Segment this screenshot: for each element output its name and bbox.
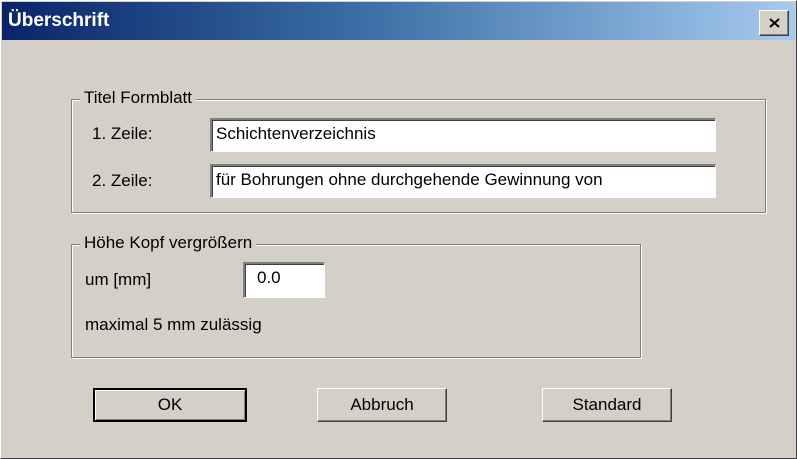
- max-hint-text: maximal 5 mm zulässig: [85, 315, 262, 334]
- close-icon: [769, 18, 780, 28]
- amount-input[interactable]: 0.0: [243, 262, 325, 298]
- cancel-button[interactable]: Abbruch: [317, 388, 447, 422]
- title-form-legend: Titel Formblatt: [80, 88, 197, 108]
- line2-label: 2. Zeile:: [92, 171, 153, 190]
- close-button[interactable]: [759, 10, 789, 36]
- dialog-window: Überschrift Titel Formblatt 1. Zeile: Sc…: [0, 0, 797, 459]
- amount-label: um [mm]: [85, 270, 152, 289]
- head-size-legend: Höhe Kopf vergrößern: [80, 233, 257, 253]
- title-bar[interactable]: Überschrift: [2, 2, 795, 40]
- window-title: Überschrift: [8, 10, 110, 31]
- line2-input[interactable]: für Bohrungen ohne durchgehende Gewinnun…: [210, 164, 716, 198]
- ok-button[interactable]: OK: [93, 388, 247, 422]
- head-size-group: Höhe Kopf vergrößern: [71, 233, 641, 358]
- standard-button[interactable]: Standard: [542, 388, 672, 422]
- line1-input[interactable]: Schichtenverzeichnis: [210, 118, 716, 152]
- line1-label: 1. Zeile:: [92, 124, 153, 143]
